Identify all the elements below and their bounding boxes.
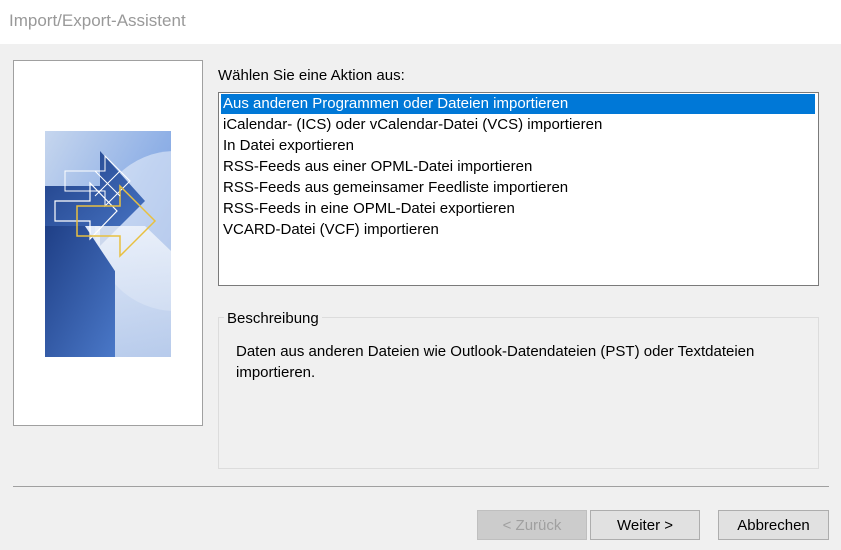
description-legend: Beschreibung xyxy=(224,310,322,328)
action-listbox[interactable]: Aus anderen Programmen oder Dateien impo… xyxy=(218,92,819,286)
button-separator xyxy=(13,486,829,487)
action-item-import-feedlist[interactable]: RSS-Feeds aus gemeinsamer Feedliste impo… xyxy=(221,178,815,198)
action-item-export-opml[interactable]: RSS-Feeds in eine OPML-Datei exportieren xyxy=(221,199,815,219)
next-button[interactable]: Weiter > xyxy=(590,510,700,540)
action-item-import-vcard[interactable]: VCARD-Datei (VCF) importieren xyxy=(221,220,815,240)
wizard-graphic-icon xyxy=(45,131,171,357)
back-button[interactable]: < Zurück xyxy=(477,510,587,540)
window-title: Import/Export-Assistent xyxy=(9,11,186,30)
action-prompt-label: Wählen Sie eine Aktion aus: xyxy=(218,67,405,84)
action-item-import-ics[interactable]: iCalendar- (ICS) oder vCalendar-Datei (V… xyxy=(221,115,815,135)
title-bar: Import/Export-Assistent xyxy=(0,0,841,44)
description-groupbox xyxy=(218,317,819,469)
cancel-button[interactable]: Abbrechen xyxy=(718,510,829,540)
action-item-import-other[interactable]: Aus anderen Programmen oder Dateien impo… xyxy=(221,94,815,114)
description-text: Daten aus anderen Dateien wie Outlook-Da… xyxy=(236,343,755,381)
action-item-export-file[interactable]: In Datei exportieren xyxy=(221,136,815,156)
wizard-image-panel xyxy=(13,60,203,426)
action-item-import-opml[interactable]: RSS-Feeds aus einer OPML-Datei importier… xyxy=(221,157,815,177)
